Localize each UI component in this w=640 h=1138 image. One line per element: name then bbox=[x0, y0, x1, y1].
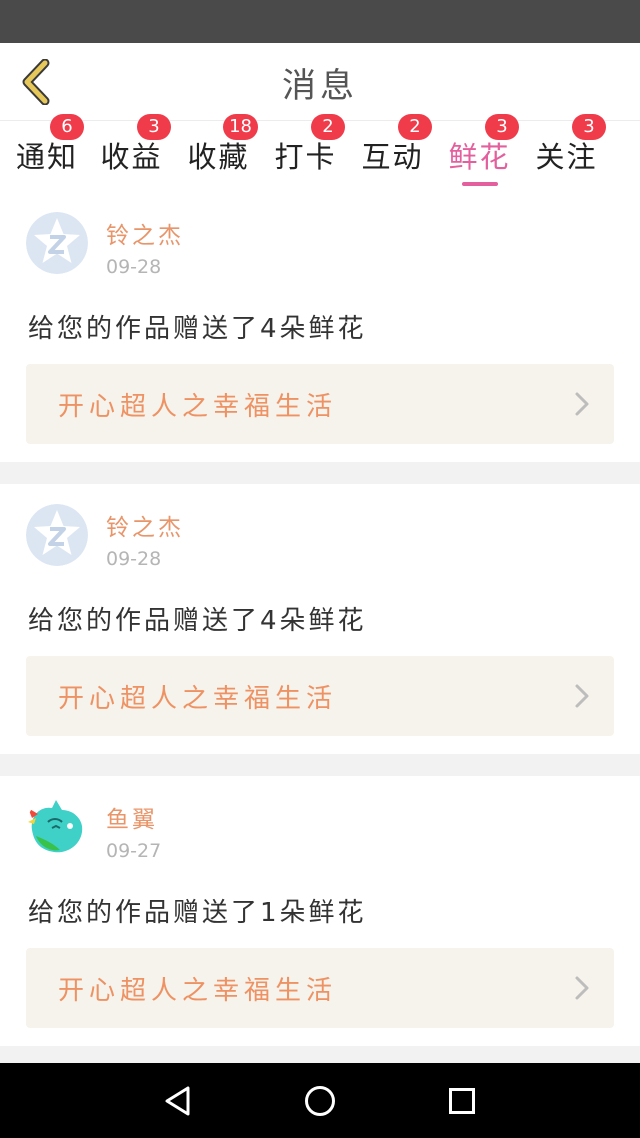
work-title: 开心超人之幸福生活 bbox=[58, 976, 338, 1006]
work-link[interactable]: 开心超人之幸福生活 bbox=[26, 948, 614, 1028]
work-title: 开心超人之幸福生活 bbox=[58, 392, 338, 422]
tab-label: 关注 bbox=[535, 140, 598, 174]
tab-label: 打卡 bbox=[274, 140, 337, 174]
unread-badge: 6 bbox=[50, 114, 84, 140]
unread-badge: 2 bbox=[311, 114, 345, 140]
chevron-right-icon bbox=[575, 976, 589, 1000]
unread-badge: 3 bbox=[485, 114, 519, 140]
nav-home-button[interactable] bbox=[298, 1079, 342, 1123]
username[interactable]: 铃之杰 bbox=[106, 216, 184, 250]
message-date: 09-28 bbox=[106, 548, 162, 570]
tab-follow[interactable]: 关注 3 bbox=[523, 114, 610, 192]
unread-badge: 2 bbox=[398, 114, 432, 140]
tab-earnings[interactable]: 收益 3 bbox=[88, 114, 175, 192]
avatar[interactable] bbox=[26, 212, 88, 274]
tab-checkin[interactable]: 打卡 2 bbox=[262, 114, 349, 192]
chevron-left-icon bbox=[22, 59, 50, 105]
avatar[interactable] bbox=[26, 504, 88, 566]
tab-flowers[interactable]: 鲜花 3 bbox=[436, 114, 523, 192]
chevron-right-icon bbox=[575, 392, 589, 416]
circle-home-icon bbox=[305, 1086, 335, 1116]
tab-label: 通知 bbox=[15, 140, 78, 174]
qq-default-avatar-icon bbox=[26, 212, 88, 274]
square-recents-icon bbox=[449, 1088, 475, 1114]
unread-badge: 18 bbox=[223, 114, 258, 140]
work-title: 开心超人之幸福生活 bbox=[58, 684, 338, 714]
page-title: 消息 bbox=[282, 65, 358, 106]
status-bar bbox=[0, 0, 640, 43]
divider bbox=[0, 754, 640, 776]
message-text: 给您的作品赠送了1朵鲜花 bbox=[28, 898, 367, 928]
tab-label: 互动 bbox=[361, 140, 424, 174]
message-date: 09-28 bbox=[106, 256, 162, 278]
username[interactable]: 鱼翼 bbox=[106, 800, 158, 834]
header: 消息 bbox=[0, 43, 640, 121]
work-link[interactable]: 开心超人之幸福生活 bbox=[26, 656, 614, 736]
message-card: 铃之杰 09-28 给您的作品赠送了4朵鲜花 开心超人之幸福生活 bbox=[0, 192, 640, 462]
message-text: 给您的作品赠送了4朵鲜花 bbox=[28, 606, 367, 636]
tab-favorites[interactable]: 收藏 18 bbox=[175, 114, 262, 192]
cartoon-avatar-icon bbox=[26, 796, 88, 858]
tab-label: 鲜花 bbox=[448, 140, 511, 174]
avatar[interactable] bbox=[26, 796, 88, 858]
qq-default-avatar-icon bbox=[26, 504, 88, 566]
category-tabs: 通知 6 收益 3 收藏 18 打卡 2 互动 2 鲜花 3 关注 3 bbox=[0, 114, 640, 192]
system-navigation-bar bbox=[0, 1063, 640, 1138]
active-tab-indicator bbox=[461, 182, 498, 186]
back-button[interactable] bbox=[12, 55, 60, 109]
divider bbox=[0, 462, 640, 484]
message-list: 铃之杰 09-28 给您的作品赠送了4朵鲜花 开心超人之幸福生活 铃之杰 09-… bbox=[0, 192, 640, 1068]
chevron-right-icon bbox=[575, 684, 589, 708]
triangle-back-icon bbox=[165, 1086, 190, 1116]
message-card: 鱼翼 09-27 给您的作品赠送了1朵鲜花 开心超人之幸福生活 bbox=[0, 776, 640, 1046]
unread-badge: 3 bbox=[572, 114, 606, 140]
username[interactable]: 铃之杰 bbox=[106, 508, 184, 542]
message-text: 给您的作品赠送了4朵鲜花 bbox=[28, 314, 367, 344]
unread-badge: 3 bbox=[137, 114, 171, 140]
work-link[interactable]: 开心超人之幸福生活 bbox=[26, 364, 614, 444]
nav-recents-button[interactable] bbox=[440, 1079, 484, 1123]
tab-label: 收藏 bbox=[187, 140, 250, 174]
message-date: 09-27 bbox=[106, 840, 162, 862]
tab-notice[interactable]: 通知 6 bbox=[0, 114, 88, 192]
tab-label: 收益 bbox=[100, 140, 163, 174]
tab-interaction[interactable]: 互动 2 bbox=[349, 114, 436, 192]
message-card: 铃之杰 09-28 给您的作品赠送了4朵鲜花 开心超人之幸福生活 bbox=[0, 484, 640, 754]
nav-back-button[interactable] bbox=[156, 1079, 200, 1123]
